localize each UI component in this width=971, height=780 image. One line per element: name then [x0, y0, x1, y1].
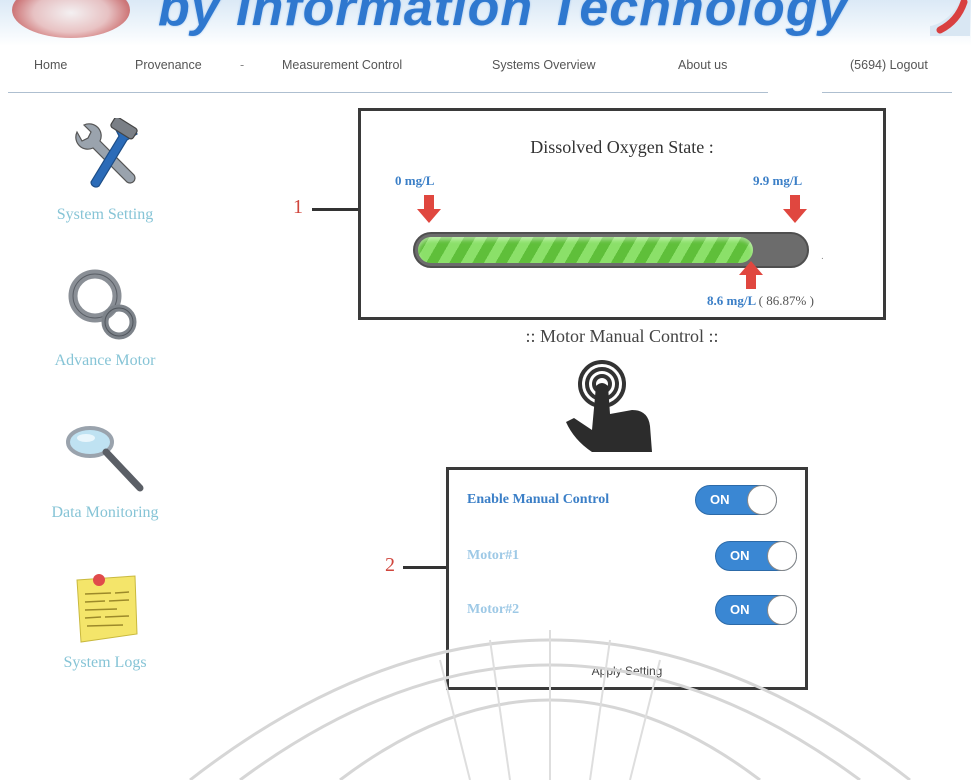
sidebar-item-label: System Setting	[56, 206, 154, 223]
dissolved-oxygen-panel: Dissolved Oxygen State : 0 mg/L 9.9 mg/L…	[358, 108, 886, 320]
current-value: 8.6 mg/L ( 86.87% )	[707, 293, 814, 309]
min-arrow-icon	[417, 195, 441, 223]
motor-2-row: Motor#2 ON	[467, 595, 797, 627]
sidebar-item-system-logs[interactable]: System Logs	[0, 570, 210, 672]
max-value-label: 9.9 mg/L	[753, 173, 803, 188]
sticky-note-icon	[76, 574, 138, 643]
current-value-label: 8.6 mg/L	[707, 293, 756, 308]
motor-control-panel: Enable Manual Control ON Motor#1 ON Moto…	[446, 467, 808, 690]
tools-icon	[75, 118, 138, 188]
magnifier-icon	[66, 426, 144, 492]
phone-icon	[930, 0, 970, 36]
callout-number-2: 2	[385, 554, 395, 576]
motor-2-label: Motor#2	[467, 602, 520, 617]
sidebar-item-data-monitoring[interactable]: Data Monitoring	[0, 420, 210, 522]
nav-systems-overview[interactable]: Systems Overview	[492, 58, 596, 72]
enable-manual-control-row: Enable Manual Control ON	[467, 485, 797, 517]
enable-manual-control-toggle[interactable]: ON	[695, 485, 777, 515]
motor-1-row: Motor#1 ON	[467, 541, 797, 573]
callout-line-2	[403, 566, 447, 569]
motor-1-label: Motor#1	[467, 548, 520, 563]
toggle-knob	[747, 485, 777, 515]
nav-about-us[interactable]: About us	[678, 58, 727, 72]
nav-provenance[interactable]: Provenance	[135, 58, 202, 72]
sidebar-item-advance-motor[interactable]: Advance Motor	[0, 264, 210, 370]
sidebar-item-label: System Logs	[63, 654, 147, 671]
chevron-down-icon[interactable]: -	[240, 58, 244, 72]
nav-divider-right	[822, 92, 952, 93]
max-arrow-icon	[783, 195, 807, 223]
sidebar-item-label: Advance Motor	[54, 352, 156, 369]
header-banner: by Information Technology	[0, 0, 971, 46]
main-nav: Home Provenance - Measurement Control Sy…	[0, 58, 971, 88]
toggle-state-text: ON	[730, 548, 750, 563]
toggle-state-text: ON	[710, 492, 730, 507]
sidebar-item-system-setting[interactable]: System Setting	[0, 118, 210, 224]
min-value-label: 0 mg/L	[395, 173, 435, 188]
enable-manual-control-label: Enable Manual Control	[467, 492, 610, 507]
oxygen-level-fill	[418, 237, 753, 263]
gears-icon	[68, 269, 137, 340]
logout-link[interactable]: (5694) Logout	[850, 58, 928, 72]
callout-line-1	[312, 208, 358, 211]
university-logo	[12, 0, 130, 38]
dissolved-oxygen-title: Dissolved Oxygen State :	[530, 137, 714, 157]
banner-title: by Information Technology	[158, 0, 849, 37]
apply-setting-button[interactable]: Apply Setting	[449, 664, 805, 678]
nav-measurement-control[interactable]: Measurement Control	[282, 58, 402, 72]
toggle-knob	[767, 595, 797, 625]
nav-divider	[8, 92, 768, 93]
motor-control-title: :: Motor Manual Control ::	[525, 326, 719, 346]
nav-home[interactable]: Home	[34, 58, 67, 72]
callout-number-1: 1	[293, 196, 303, 218]
toggle-state-text: ON	[730, 602, 750, 617]
bar-end-mark: .	[821, 251, 824, 262]
current-arrow-icon	[739, 261, 763, 289]
current-percent-label: ( 86.87% )	[758, 293, 814, 308]
toggle-knob	[767, 541, 797, 571]
touch-hand-icon[interactable]	[562, 356, 662, 460]
motor-2-toggle[interactable]: ON	[715, 595, 797, 625]
motor-1-toggle[interactable]: ON	[715, 541, 797, 571]
sidebar-item-label: Data Monitoring	[51, 504, 159, 521]
